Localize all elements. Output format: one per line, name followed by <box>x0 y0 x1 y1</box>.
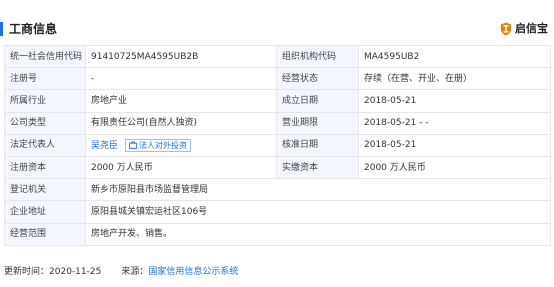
updated-label: 更新时间： <box>4 267 50 277</box>
value-legal-rep: 吴尧臣 法人对外投资 <box>85 133 277 157</box>
label-business-term: 营业期限 <box>276 111 359 135</box>
section-title: 工商信息 <box>9 22 58 36</box>
value-industry: 房地产业 <box>85 89 277 113</box>
label-company-type: 公司类型 <box>4 111 86 135</box>
footer-meta: 更新时间：2020-11-25 来源：国家信用信息公示系统 <box>4 265 238 279</box>
value-business-status: 存续（在营、开业、在册） <box>358 67 551 91</box>
value-registration-authority: 新乡市原阳县市场监督管理局 <box>85 178 551 202</box>
title-accent-bar <box>0 22 3 36</box>
value-founded-date: 2018-05-21 <box>358 89 551 113</box>
value-approval-date: 2018-05-21 <box>358 133 551 157</box>
table-row: 公司类型 有限责任公司(自然人独资) 营业期限 2018-05-21 - - <box>4 111 551 135</box>
table-row: 注册资本 2000 万人民币 实缴资本 2000 万人民币 <box>4 155 551 180</box>
label-org-code: 组织机构代码 <box>276 44 359 69</box>
label-company-address: 企业地址 <box>4 200 86 224</box>
table-row: 统一社会信用代码 91410725MA4595UB2B 组织机构代码 MA459… <box>4 44 551 69</box>
table-row: 经营范围 房地产开发、销售。 <box>4 222 551 246</box>
value-business-term: 2018-05-21 - - <box>358 111 551 135</box>
brand-name: 启信宝 <box>515 22 548 35</box>
label-registration-authority: 登记机关 <box>4 178 86 202</box>
value-credit-code: 91410725MA4595UB2B <box>85 44 277 69</box>
business-info-table: 统一社会信用代码 91410725MA4595UB2B 组织机构代码 MA459… <box>4 44 551 246</box>
label-business-scope: 经营范围 <box>4 222 86 246</box>
value-org-code: MA4595UB2 <box>358 44 551 69</box>
value-business-scope: 房地产开发、销售。 <box>85 222 551 246</box>
label-industry: 所属行业 <box>4 89 86 113</box>
table-row: 法定代表人 吴尧臣 法人对外投资 核准日期 2018-05-21 <box>4 133 551 157</box>
source-link[interactable]: 国家信用信息公示系统 <box>148 267 238 277</box>
label-founded-date: 成立日期 <box>276 89 359 113</box>
section-header: 工商信息 启信宝 <box>0 0 554 40</box>
shield-logo-icon <box>500 22 512 36</box>
investment-icon <box>129 141 137 150</box>
value-reg-number: - <box>85 67 277 91</box>
label-approval-date: 核准日期 <box>276 133 359 157</box>
table-row: 企业地址 原阳县城关镇宏运社区106号 <box>4 200 551 224</box>
legal-rep-investment-label: 法人对外投资 <box>139 140 188 150</box>
source-label: 来源： <box>121 267 149 277</box>
value-company-address: 原阳县城关镇宏运社区106号 <box>85 200 551 224</box>
value-registered-capital: 2000 万人民币 <box>85 155 277 180</box>
label-business-status: 经营状态 <box>276 67 359 91</box>
brand-logo[interactable]: 启信宝 <box>500 21 548 37</box>
value-company-type: 有限责任公司(自然人独资) <box>85 111 277 135</box>
label-reg-number: 注册号 <box>4 67 86 91</box>
label-registered-capital: 注册资本 <box>4 155 86 180</box>
label-paid-capital: 实缴资本 <box>276 155 359 180</box>
legal-rep-link[interactable]: 吴尧臣 <box>91 141 118 151</box>
label-credit-code: 统一社会信用代码 <box>4 44 86 69</box>
table-row: 注册号 - 经营状态 存续（在营、开业、在册） <box>4 67 551 91</box>
table-row: 登记机关 新乡市原阳县市场监督管理局 <box>4 178 551 202</box>
updated-date: 2020-11-25 <box>49 267 102 277</box>
label-legal-rep: 法定代表人 <box>4 133 86 157</box>
table-row: 所属行业 房地产业 成立日期 2018-05-21 <box>4 89 551 113</box>
value-paid-capital: 2000 万人民币 <box>358 155 551 180</box>
legal-rep-investment-button[interactable]: 法人对外投资 <box>125 138 192 152</box>
